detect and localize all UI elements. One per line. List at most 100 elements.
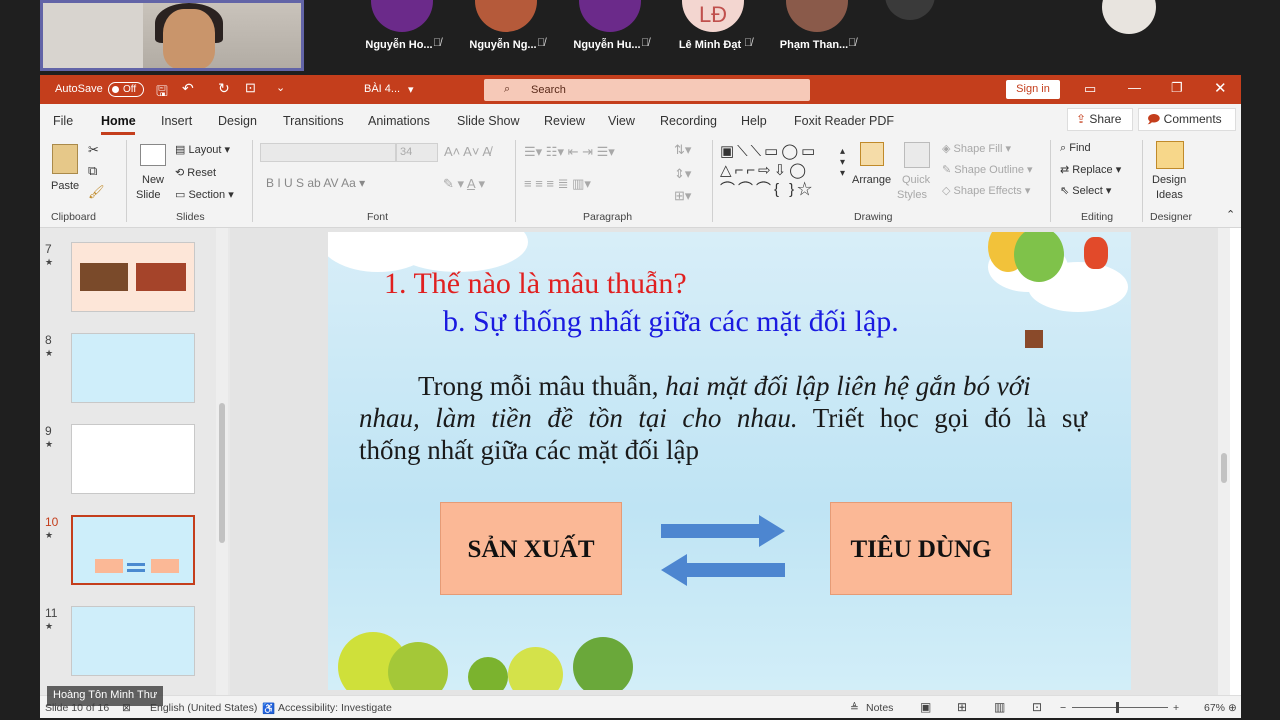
participant-tile[interactable]: LĐ Lê Minh Đạt 🎙̸ bbox=[660, 0, 760, 75]
accessibility-icon[interactable]: ♿ bbox=[262, 702, 275, 715]
search-placeholder: Search bbox=[531, 84, 566, 96]
mic-muted-icon: 🎙̸ bbox=[744, 37, 753, 49]
present-icon[interactable]: ⊡ bbox=[245, 80, 256, 96]
arrange-icon[interactable] bbox=[860, 142, 884, 166]
close-icon[interactable]: ✕ bbox=[1214, 79, 1227, 97]
smartart-icon[interactable]: ⊞▾ bbox=[674, 188, 691, 204]
undo-icon[interactable]: ↶ bbox=[182, 80, 194, 97]
new-slide-button-label[interactable]: Slide bbox=[136, 189, 160, 201]
paste-icon[interactable] bbox=[52, 144, 78, 174]
share-button[interactable]: ⇪ Share bbox=[1067, 108, 1133, 131]
tab-transitions[interactable]: Transitions bbox=[283, 114, 344, 128]
zoom-in-icon[interactable]: + bbox=[1173, 702, 1179, 714]
redo-icon[interactable]: ↻ bbox=[218, 80, 230, 97]
design-ideas-icon[interactable] bbox=[1156, 141, 1184, 169]
fit-to-window-icon[interactable]: ⊕ bbox=[1228, 702, 1237, 714]
tab-design[interactable]: Design bbox=[218, 114, 257, 128]
tab-animations[interactable]: Animations bbox=[368, 114, 430, 128]
language-indicator[interactable]: English (United States) bbox=[150, 702, 257, 714]
reset-button[interactable]: ⟲ Reset bbox=[175, 166, 216, 179]
align-text-icon[interactable]: ⇕▾ bbox=[674, 166, 691, 182]
presenter-video[interactable] bbox=[40, 0, 304, 71]
minimize-icon[interactable]: — bbox=[1128, 80, 1141, 95]
tab-foxit-reader-pdf[interactable]: Foxit Reader PDF bbox=[794, 114, 894, 128]
participant-tile[interactable]: Nguyễn Ng... 🎙̸ bbox=[453, 0, 553, 75]
normal-view-icon[interactable]: ▣ bbox=[920, 700, 931, 714]
ribbon-display-icon[interactable]: ▭ bbox=[1084, 81, 1096, 97]
arrange-button[interactable]: Arrange bbox=[852, 174, 891, 186]
layout-button[interactable]: ▤ Layout ▾ bbox=[175, 143, 230, 156]
slide-thumbnail-11[interactable] bbox=[71, 606, 195, 676]
section-button[interactable]: ▭ Section ▾ bbox=[175, 188, 234, 201]
autosave-toggle[interactable]: Off bbox=[108, 82, 144, 97]
quick-styles-icon[interactable] bbox=[904, 142, 930, 168]
shape-effects-button[interactable]: ◇ Shape Effects ▾ bbox=[942, 184, 1030, 197]
slide-scrollbar[interactable] bbox=[1218, 228, 1230, 695]
customize-toolbar-icon[interactable]: ⌄ bbox=[276, 81, 285, 94]
thumbnail-scrollbar[interactable] bbox=[216, 228, 228, 695]
gallery-scroll-icon[interactable]: ▴ ▾ ▾ bbox=[840, 146, 845, 179]
tab-help[interactable]: Help bbox=[741, 114, 767, 128]
participant-tile[interactable]: Nguyễn Ho... 🎙̸ bbox=[349, 0, 449, 75]
notes-icon[interactable]: ≜ bbox=[850, 702, 859, 714]
slide-thumbnail-9[interactable] bbox=[71, 424, 195, 494]
tab-insert[interactable]: Insert bbox=[161, 114, 192, 128]
notes-button[interactable]: Notes bbox=[866, 702, 893, 714]
comments-button[interactable]: 🗩 Comments bbox=[1138, 108, 1236, 131]
design-ideas-button-label[interactable]: Ideas bbox=[1156, 189, 1183, 201]
file-name[interactable]: BÀI 4... bbox=[364, 83, 400, 95]
reading-view-icon[interactable]: ▥ bbox=[994, 700, 1005, 714]
quick-styles-button-label[interactable]: Styles bbox=[897, 189, 927, 201]
zoom-out-icon[interactable]: − bbox=[1060, 702, 1066, 714]
bullets-icon[interactable]: ☰▾ ☷▾ ⇤ ⇥ ☰▾ bbox=[524, 144, 615, 160]
tab-review[interactable]: Review bbox=[544, 114, 585, 128]
accessibility-status[interactable]: Accessibility: Investigate bbox=[278, 702, 392, 714]
slide-number: 11 bbox=[45, 606, 58, 620]
slide-sorter-icon[interactable]: ⊞ bbox=[957, 700, 967, 714]
new-slide-button[interactable]: New bbox=[142, 174, 164, 186]
tab-view[interactable]: View bbox=[608, 114, 635, 128]
tab-slide-show[interactable]: Slide Show bbox=[457, 114, 520, 128]
increase-font-icon[interactable]: A˄ A˅ A̸ bbox=[444, 144, 491, 159]
highlight-color-icon[interactable]: ✎ ▾ A ▾ bbox=[443, 176, 485, 192]
participant-tile[interactable]: Nguyễn Hu... 🎙̸ bbox=[557, 0, 657, 75]
current-slide[interactable]: 1. Thế nào là mâu thuẫn? b. Sự thống nhấ… bbox=[328, 232, 1131, 690]
font-name-select[interactable] bbox=[260, 143, 396, 162]
tab-home[interactable]: Home bbox=[101, 114, 136, 128]
align-icons[interactable]: ≡ ≡ ≡ ≣ ▥▾ bbox=[524, 176, 591, 192]
slide-show-icon[interactable]: ⊡ bbox=[1032, 700, 1042, 714]
collapse-ribbon-icon[interactable]: ⌃ bbox=[1226, 208, 1235, 221]
participant-tile[interactable]: Phạm Than... 🎙̸ bbox=[764, 0, 864, 75]
copy-icon[interactable]: ⧉ bbox=[88, 163, 97, 179]
more-participants-avatar[interactable] bbox=[885, 0, 935, 20]
tab-file[interactable]: File bbox=[53, 114, 73, 128]
shapes-gallery[interactable]: ▣⟍⟍▭◯▭ △⌐⌐⇨⇩◯ ⌒⌒⌒{ }☆ bbox=[720, 142, 838, 202]
font-size-select[interactable]: 34 bbox=[396, 143, 438, 162]
shape-fill-button[interactable]: ◈ Shape Fill ▾ bbox=[942, 142, 1011, 155]
slide-thumbnail-10[interactable] bbox=[71, 515, 195, 585]
avatar bbox=[786, 0, 848, 32]
design-ideas-button[interactable]: Design bbox=[1152, 174, 1186, 186]
tab-recording[interactable]: Recording bbox=[660, 114, 717, 128]
text-direction-icon[interactable]: ⇅▾ bbox=[674, 142, 691, 158]
replace-button[interactable]: ⇄ Replace ▾ bbox=[1060, 163, 1121, 176]
paste-button[interactable]: Paste bbox=[51, 180, 79, 192]
shape-outline-button[interactable]: ✎ Shape Outline ▾ bbox=[942, 163, 1033, 176]
slide-thumbnail-7[interactable] bbox=[71, 242, 195, 312]
search-box[interactable]: ⌕ Search bbox=[484, 79, 810, 101]
find-button[interactable]: ⌕ Find bbox=[1060, 142, 1091, 155]
save-icon[interactable]: 🖫 bbox=[156, 81, 168, 105]
select-button[interactable]: ⇖ Select ▾ bbox=[1060, 184, 1111, 197]
sign-in-button[interactable]: Sign in bbox=[1006, 80, 1060, 99]
zoom-slider[interactable] bbox=[1072, 702, 1168, 713]
new-slide-icon[interactable] bbox=[140, 144, 166, 166]
quick-styles-button[interactable]: Quick bbox=[902, 174, 930, 186]
chevron-down-icon[interactable]: ▾ bbox=[408, 83, 414, 96]
zoom-level[interactable]: 67% bbox=[1204, 702, 1225, 714]
restore-icon[interactable]: ❐ bbox=[1171, 80, 1183, 96]
cut-icon[interactable]: ✂ bbox=[88, 142, 99, 158]
group-label-drawing: Drawing bbox=[854, 211, 893, 223]
format-painter-icon[interactable]: 🖌 bbox=[88, 184, 105, 200]
font-format-icons[interactable]: B I U S ab AV Aa ▾ bbox=[266, 176, 365, 190]
slide-thumbnail-8[interactable] bbox=[71, 333, 195, 403]
